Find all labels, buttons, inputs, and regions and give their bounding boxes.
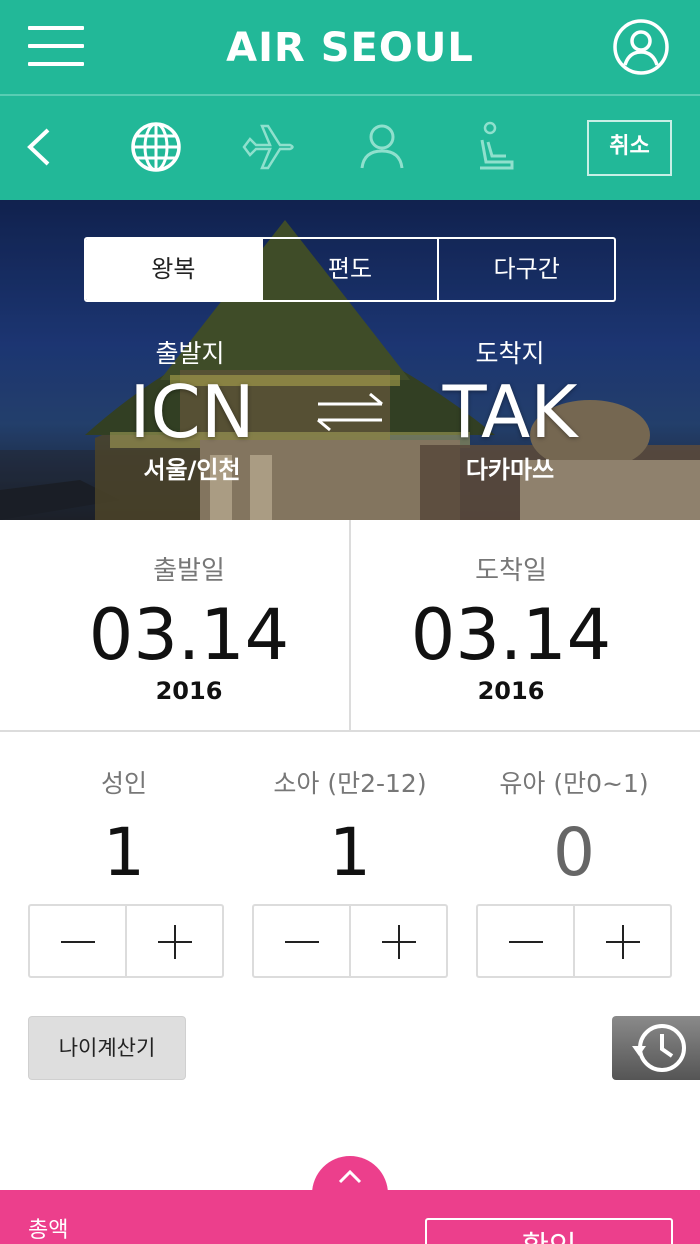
total-label: 총액 [28, 1218, 69, 1243]
minus-icon [285, 941, 319, 943]
swap-arrows-icon[interactable] [314, 388, 386, 436]
minus-icon [509, 941, 543, 943]
arrival-date-value: 03.14 [410, 594, 612, 676]
child-count: 1 [329, 814, 371, 891]
history-icon [632, 1024, 686, 1072]
child-label: 소아 (만2-12) [273, 769, 427, 798]
person-icon[interactable] [354, 118, 410, 176]
departure-date-picker[interactable]: 출발일 03.14 2016 [14, 520, 364, 732]
confirm-button[interactable]: 확인 [425, 1218, 673, 1244]
arrival-date-label: 도착일 [475, 556, 547, 586]
infant-label: 유아 (만0~1) [499, 769, 649, 798]
age-calculator-button[interactable]: 나이계산기 [28, 1016, 186, 1080]
child-minus-button[interactable] [254, 906, 349, 976]
date-selector: 출발일 03.14 2016 도착일 03.14 2016 [0, 520, 700, 732]
destination-code[interactable]: TAK [380, 370, 640, 454]
destination-city: 다카마쓰 [465, 456, 555, 484]
origin-code[interactable]: ICN [62, 370, 322, 454]
child-stepper [252, 904, 448, 978]
origin-city: 서울/인천 [143, 456, 241, 484]
history-button[interactable] [612, 1016, 700, 1080]
origin-label: 출발지 [155, 339, 225, 368]
adult-stepper [28, 904, 224, 978]
chevron-left-icon[interactable] [22, 118, 58, 176]
brand-logo: AIR SEOUL [226, 25, 474, 71]
minus-icon [61, 941, 95, 943]
booking-steps-bar: 취소 [0, 94, 700, 200]
departure-date-value: 03.14 [88, 594, 290, 676]
globe-icon[interactable] [128, 118, 184, 176]
adult-count: 1 [103, 814, 145, 891]
adult-label: 성인 [100, 769, 147, 798]
tab-one-way[interactable]: 편도 [260, 239, 438, 300]
departure-date-label: 출발일 [153, 556, 225, 586]
adult-passengers: 성인 1 [26, 732, 222, 888]
adult-minus-button[interactable] [30, 906, 125, 976]
airplane-icon[interactable] [240, 118, 298, 176]
arrival-date-picker[interactable]: 도착일 03.14 2016 [336, 520, 686, 732]
arrival-year: 2016 [477, 677, 545, 705]
infant-plus-button[interactable] [573, 906, 670, 976]
tab-multi-city[interactable]: 다구간 [437, 239, 614, 300]
child-passengers: 소아 (만2-12) 1 [252, 732, 448, 888]
departure-year: 2016 [155, 677, 223, 705]
infant-stepper [476, 904, 672, 978]
chevron-up-icon[interactable] [336, 1166, 364, 1186]
child-plus-button[interactable] [349, 906, 446, 976]
infant-passengers: 유아 (만0~1) 0 [476, 732, 672, 888]
app-header: AIR SEOUL [0, 0, 700, 94]
user-circle-icon[interactable] [612, 18, 670, 76]
cancel-button[interactable]: 취소 [587, 120, 672, 176]
trip-type-tabs: 왕복 편도 다구간 [84, 237, 616, 302]
destination-label: 도착지 [475, 339, 545, 368]
infant-count: 0 [553, 814, 595, 891]
infant-minus-button[interactable] [478, 906, 573, 976]
tab-round-trip[interactable]: 왕복 [86, 239, 261, 300]
seat-icon[interactable] [468, 118, 524, 176]
adult-plus-button[interactable] [125, 906, 222, 976]
